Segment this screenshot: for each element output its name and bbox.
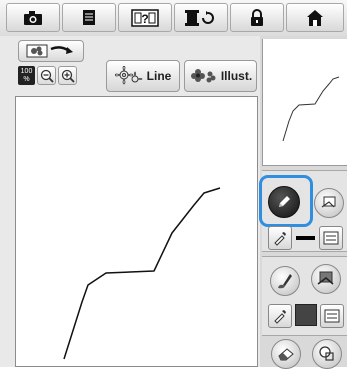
lock-button[interactable] — [230, 3, 284, 32]
svg-text:?: ? — [141, 12, 148, 26]
zoom-select-icon — [319, 346, 334, 361]
drawn-line — [63, 187, 221, 360]
eyedropper-icon — [274, 310, 286, 324]
drawing-canvas[interactable] — [15, 96, 258, 367]
line-color-swatch — [296, 236, 315, 240]
line-mode-label: Line — [146, 69, 172, 83]
region-fill-button[interactable] — [311, 264, 341, 294]
selected-tool-highlight — [259, 175, 313, 227]
region-properties-button[interactable] — [320, 304, 344, 328]
select-region-button[interactable] — [312, 339, 342, 369]
list-icon — [323, 231, 339, 245]
home-button[interactable] — [286, 3, 344, 32]
line-properties-button[interactable] — [319, 226, 343, 250]
brush-icon — [278, 274, 292, 289]
image-display-button[interactable] — [18, 40, 84, 62]
line-eyedropper-button[interactable] — [268, 226, 292, 250]
illust-mode-label: Illust. — [220, 69, 253, 83]
zoom-level-value: 100 — [20, 68, 33, 75]
list-icon — [324, 309, 340, 323]
eraser-icon — [278, 348, 294, 361]
camera-button[interactable] — [6, 3, 60, 32]
line-region-button[interactable] — [314, 188, 344, 218]
preview-line — [282, 76, 340, 142]
document-icon — [83, 10, 95, 25]
zoom-out-button[interactable] — [37, 66, 56, 85]
flower-filled-icon — [190, 69, 216, 83]
eraser-button[interactable] — [271, 339, 301, 369]
illust-mode-button[interactable]: Illust. — [184, 60, 257, 92]
camera-icon — [24, 10, 42, 25]
line-mode-button[interactable]: Line — [106, 60, 180, 92]
region-fill-icon — [317, 271, 334, 285]
zoom-level-unit: % — [23, 76, 30, 83]
top-toolbar: ? — [0, 0, 347, 37]
home-icon — [307, 9, 323, 26]
zoom-out-icon — [40, 69, 54, 83]
document-button[interactable] — [62, 3, 116, 32]
zoom-in-button[interactable] — [58, 66, 77, 85]
help-icon: ? — [131, 8, 159, 27]
help-button[interactable]: ? — [118, 3, 172, 32]
region-line-icon — [321, 196, 336, 208]
zoom-in-icon — [61, 69, 75, 83]
eyedropper-icon — [274, 232, 286, 246]
lock-icon — [251, 8, 263, 26]
thread-color-button[interactable] — [174, 3, 228, 32]
preview-window — [262, 39, 347, 166]
thread-spool-icon — [185, 9, 214, 26]
region-eyedropper-button[interactable] — [268, 304, 292, 328]
flower-arrow-icon — [26, 44, 73, 58]
flower-outline-icon — [114, 66, 143, 85]
zoom-level-indicator: 100 % — [18, 66, 35, 85]
region-color-swatch — [295, 304, 317, 326]
region-brush-button[interactable] — [270, 266, 300, 296]
